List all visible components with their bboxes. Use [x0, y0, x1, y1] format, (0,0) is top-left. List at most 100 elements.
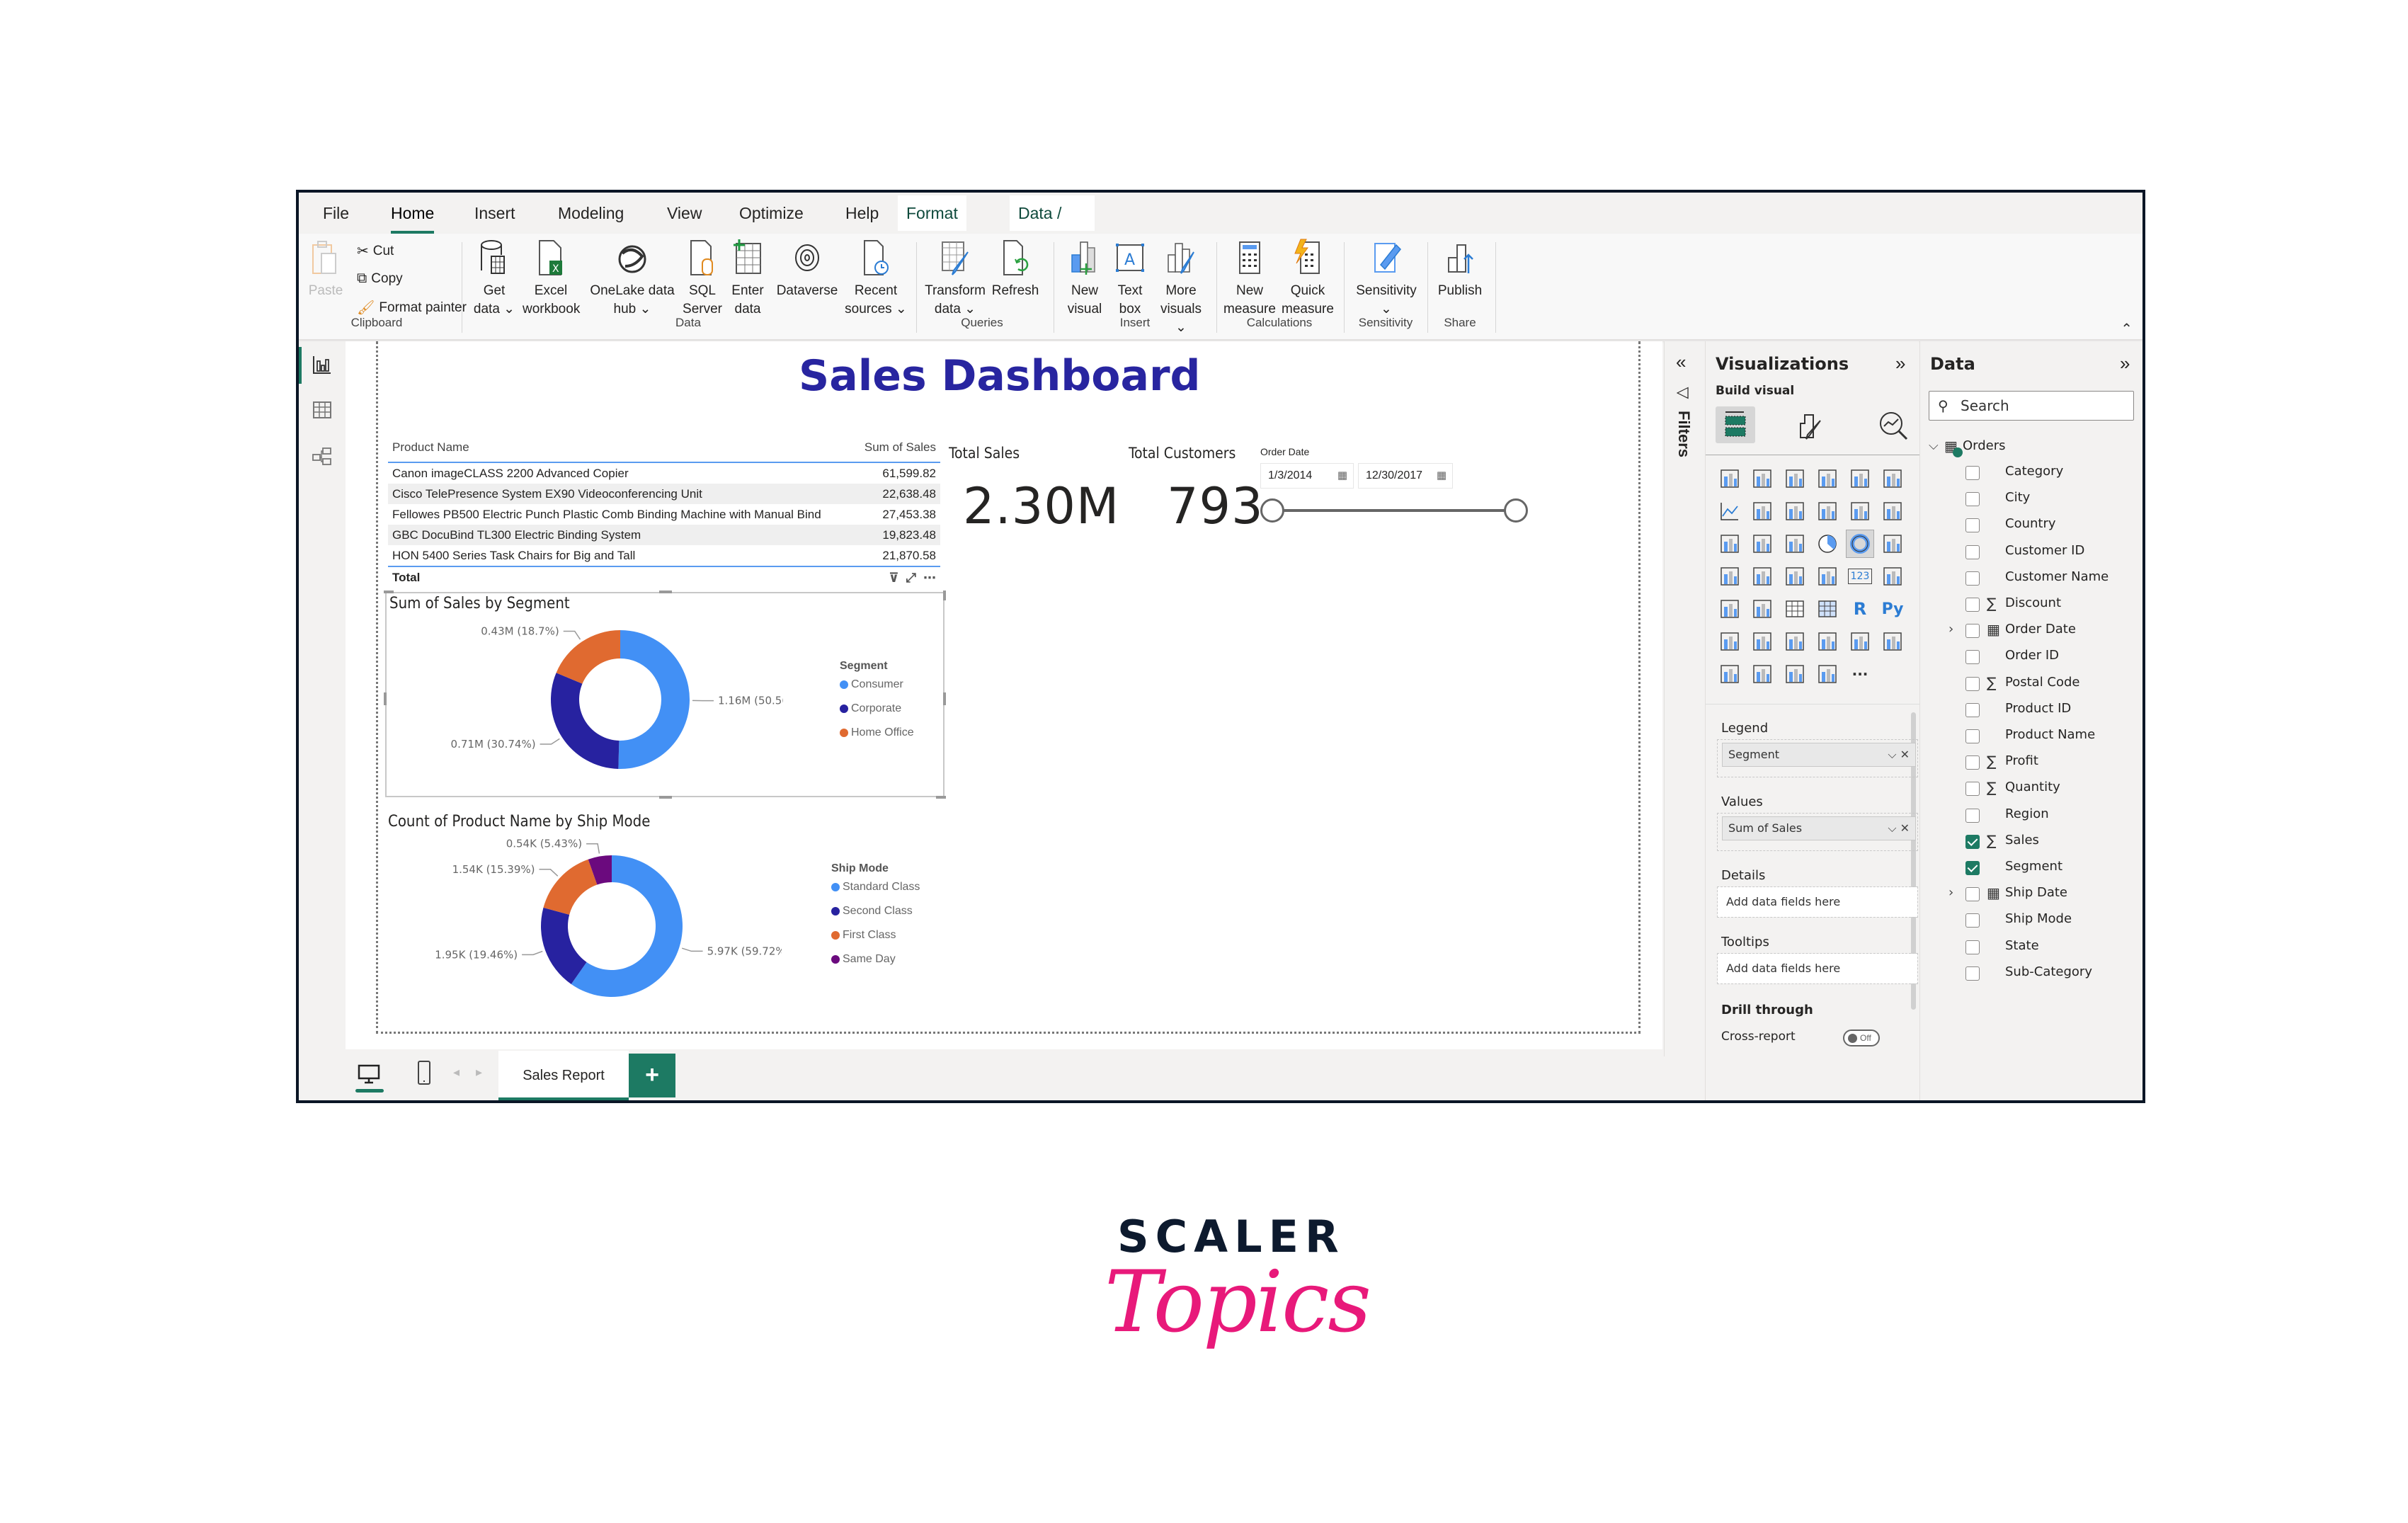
details-well[interactable]: Add data fields here — [1717, 886, 1918, 918]
card-icon[interactable]: 123 — [1846, 562, 1874, 591]
field-checkbox[interactable] — [1965, 466, 1980, 480]
chevron-down-icon[interactable]: ⌵ — [1888, 748, 1896, 761]
start-date-input[interactable]: 1/3/2014 ▦ — [1260, 463, 1354, 489]
chevron-right-icon[interactable]: › — [1948, 880, 1953, 906]
scroll-tabs-right-icon[interactable]: ▸ — [476, 1065, 482, 1080]
kpi-icon[interactable] — [1716, 595, 1744, 623]
clustered-bar-chart-icon[interactable] — [1781, 464, 1809, 493]
chevron-down-icon[interactable]: ⌵ — [1929, 433, 1939, 459]
power-apps-card-icon[interactable] — [1716, 660, 1744, 688]
focus-mode-icon[interactable]: ⤢ — [906, 567, 916, 587]
table-row[interactable]: Canon imageCLASS 2200 Advanced Copier 61,… — [388, 463, 940, 484]
legend-item[interactable]: Standard Class — [831, 875, 920, 899]
field-checkbox[interactable] — [1965, 782, 1980, 797]
goals-icon[interactable] — [1846, 627, 1874, 656]
field-item-segment[interactable]: Segment — [1920, 854, 2140, 879]
funnel-chart-icon[interactable] — [1748, 530, 1776, 558]
format-painter-button[interactable]: 🖌 Format painter — [357, 299, 467, 316]
field-checkbox[interactable] — [1965, 913, 1980, 928]
values-well[interactable]: Sum of Sales ⌵ ✕ — [1717, 813, 1918, 851]
cut-button[interactable]: ✂ Cut — [357, 242, 394, 260]
table-icon[interactable] — [1781, 595, 1809, 623]
field-item-product-name[interactable]: Product Name — [1920, 722, 2140, 748]
qa-icon[interactable] — [1781, 627, 1809, 656]
matrix-icon[interactable] — [1813, 595, 1842, 623]
waterfall-chart-icon[interactable] — [1716, 530, 1744, 558]
tab-file[interactable]: File — [323, 203, 349, 231]
gauge-icon[interactable] — [1813, 562, 1842, 591]
resize-handle[interactable] — [384, 591, 394, 593]
field-checkbox[interactable] — [1965, 755, 1980, 770]
chevron-down-icon[interactable]: ⌵ — [1888, 821, 1896, 835]
copy-button[interactable]: ⧉ Copy — [357, 270, 403, 287]
transform-data-button[interactable]: Transform data ⌄ — [923, 238, 987, 319]
donut-slice-consumer[interactable] — [618, 630, 690, 769]
table-view-icon[interactable] — [312, 399, 333, 421]
field-checkbox[interactable] — [1965, 676, 1980, 691]
shipmode-donut-visual[interactable]: Count of Product Name by Ship Mode 5.97K… — [385, 813, 945, 1025]
field-checkbox[interactable] — [1965, 598, 1980, 612]
field-item-product-id[interactable]: Product ID — [1920, 696, 2140, 721]
cross-report-toggle[interactable]: Off — [1843, 1029, 1880, 1046]
desktop-layout-icon[interactable] — [357, 1063, 381, 1085]
field-item-state[interactable]: State — [1920, 933, 2140, 959]
multi-row-card-icon[interactable] — [1878, 562, 1907, 591]
get-data-button[interactable]: Get data ⌄ — [473, 238, 515, 319]
tooltips-well[interactable]: Add data fields here — [1717, 953, 1918, 984]
field-checkbox[interactable] — [1965, 940, 1980, 954]
field-item-ship-date[interactable]: › ▦ Ship Date — [1920, 880, 2140, 906]
remove-field-icon[interactable]: ✕ — [1900, 821, 1910, 835]
format-visual-icon[interactable] — [1795, 409, 1826, 442]
range-start-handle[interactable] — [1260, 498, 1284, 523]
add-page-button[interactable]: + — [629, 1054, 675, 1097]
smart-narrative-icon[interactable] — [1813, 627, 1842, 656]
segment-donut-visual[interactable]: Sum of Sales by Segment 1.16M (50.56%) 0.… — [384, 591, 946, 799]
legend-item[interactable]: Consumer — [840, 673, 914, 697]
stacked-bar-chart-icon[interactable] — [1716, 464, 1744, 493]
product-sales-table[interactable]: Product Name Sum of Sales Canon imageCLA… — [388, 440, 940, 587]
refresh-button[interactable]: Refresh — [988, 238, 1042, 300]
resize-handle[interactable] — [659, 591, 672, 593]
treemap-icon[interactable] — [1878, 530, 1907, 558]
field-checkbox[interactable] — [1965, 887, 1980, 902]
100-stacked-bar-chart-icon[interactable] — [1846, 464, 1874, 493]
donut-slice-first-class[interactable] — [543, 859, 598, 915]
resize-handle[interactable] — [659, 796, 672, 799]
expand-filters-icon[interactable]: « — [1676, 351, 1686, 373]
area-chart-icon[interactable] — [1748, 497, 1776, 525]
analytics-icon[interactable] — [1877, 409, 1910, 442]
sensitivity-button[interactable]: Sensitivity ⌄ — [1349, 238, 1423, 319]
page-tab-sales-report[interactable]: Sales Report — [498, 1051, 629, 1100]
legend-field-segment[interactable]: Segment ⌵ ✕ — [1722, 743, 1916, 767]
field-checkbox[interactable] — [1965, 518, 1980, 533]
legend-item[interactable]: Home Office — [840, 721, 914, 745]
field-checkbox[interactable] — [1965, 492, 1980, 507]
publish-button[interactable]: Publish — [1432, 238, 1488, 300]
donut-chart-icon[interactable] — [1846, 530, 1874, 558]
report-view-icon[interactable] — [312, 354, 333, 375]
column-header-sum-of-sales[interactable]: Sum of Sales — [865, 440, 936, 455]
calendar-icon[interactable]: ▦ — [1337, 464, 1347, 488]
key-influencers-icon[interactable] — [1716, 627, 1744, 656]
field-checkbox[interactable] — [1965, 729, 1980, 743]
field-item-order-date[interactable]: › ▦ Order Date — [1920, 617, 2140, 642]
field-checkbox[interactable] — [1965, 861, 1980, 875]
sql-server-button[interactable]: SQL Server — [681, 238, 724, 319]
scatter-chart-icon[interactable] — [1781, 530, 1809, 558]
field-checkbox[interactable] — [1965, 966, 1980, 981]
table-row[interactable]: Fellowes PB500 Electric Punch Plastic Co… — [388, 504, 940, 525]
table-row[interactable]: HON 5400 Series Task Chairs for Big and … — [388, 545, 940, 566]
100-stacked-column-chart-icon[interactable] — [1878, 464, 1907, 493]
map-icon[interactable] — [1716, 562, 1744, 591]
field-item-discount[interactable]: ∑ Discount — [1920, 591, 2140, 616]
recent-sources-button[interactable]: Recent sources ⌄ — [844, 238, 908, 319]
arcgis-map-icon[interactable] — [1748, 660, 1776, 688]
collapse-visualizations-icon[interactable]: » — [1895, 353, 1905, 375]
field-checkbox[interactable] — [1965, 808, 1980, 823]
quick-measure-button[interactable]: Quick measure — [1279, 238, 1337, 319]
mobile-layout-icon[interactable] — [416, 1059, 432, 1088]
legend-item[interactable]: First Class — [831, 923, 920, 947]
field-item-profit[interactable]: ∑ Profit — [1920, 748, 2140, 774]
field-item-region[interactable]: Region — [1920, 802, 2140, 827]
collapse-data-pane-icon[interactable]: » — [2120, 353, 2130, 375]
